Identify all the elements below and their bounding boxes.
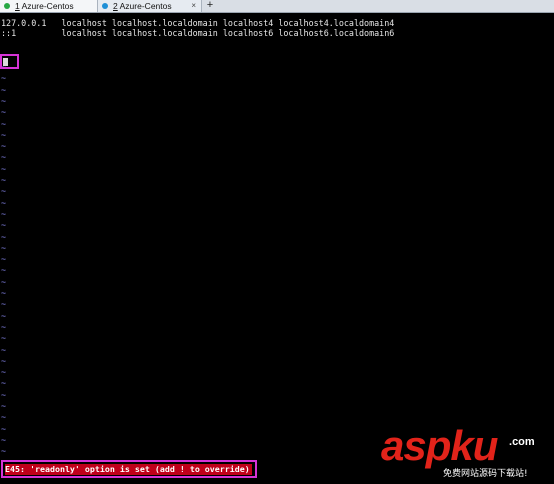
empty-line-marker: ~	[1, 73, 7, 84]
tab-azure-centos-1[interactable]: 1 Azure-Centos	[0, 0, 98, 12]
tab-azure-centos-2[interactable]: 2 Azure-Centos ×	[98, 0, 202, 12]
watermark-tld: .com	[509, 436, 535, 448]
empty-line-marker: ~	[1, 107, 7, 118]
tab-close-icon[interactable]: ×	[191, 0, 196, 12]
empty-line-marker: ~	[1, 141, 7, 152]
empty-line-marker: ~	[1, 129, 7, 140]
empty-line-marker: ~	[1, 242, 7, 253]
session-status-icon	[102, 3, 108, 9]
empty-line-marker: ~	[1, 344, 7, 355]
empty-line-marker: ~	[1, 231, 7, 242]
hosts-line-ipv6: ::1 localhost localhost.localdomain loca…	[1, 28, 395, 38]
tab-label: Azure-Centos	[21, 1, 74, 11]
empty-line-marker: ~	[1, 186, 7, 197]
empty-line-marker: ~	[1, 401, 7, 411]
empty-line-marker: ~	[1, 378, 7, 389]
empty-line-marker: ~	[1, 333, 7, 344]
empty-line-marker: ~	[1, 355, 7, 366]
vim-status-line: E45: 'readonly' option is set (add ! to …	[1, 460, 257, 478]
empty-line-marker: ~	[1, 446, 7, 457]
watermark-tagline: 免费网站源码下载站!	[443, 469, 528, 479]
empty-line-marker: ~	[1, 254, 7, 265]
empty-line-marker: ~	[1, 208, 7, 219]
empty-line-marker: ~	[1, 423, 7, 434]
tab-number: 2	[113, 1, 118, 11]
empty-line-marker: ~	[1, 288, 7, 298]
text-cursor	[3, 58, 8, 66]
empty-line-marker: ~	[1, 95, 7, 106]
empty-line-marker: ~	[1, 412, 7, 423]
empty-line-marker: ~	[1, 265, 7, 276]
site-watermark: aspku .com 免费网站源码下载站!	[381, 424, 551, 480]
hosts-line-ipv4: 127.0.0.1 localhost localhost.localdomai…	[1, 18, 395, 28]
empty-line-marker: ~	[1, 175, 7, 185]
empty-line-marker: ~	[1, 152, 7, 163]
add-tab-button[interactable]: +	[204, 0, 216, 12]
empty-line-marker: ~	[1, 367, 7, 378]
empty-line-marker: ~	[1, 321, 7, 332]
tab-label: Azure-Centos	[119, 1, 172, 11]
empty-line-marker: ~	[1, 84, 7, 95]
tab-bar: 1 Azure-Centos 2 Azure-Centos × +	[0, 0, 554, 13]
terminal-area[interactable]: 127.0.0.1 localhost localhost.localdomai…	[0, 14, 554, 484]
tab-number: 1	[15, 1, 20, 11]
empty-line-marker: ~	[1, 276, 7, 287]
empty-line-marker: ~	[1, 118, 7, 129]
empty-line-marker: ~	[1, 434, 7, 445]
watermark-logo: aspku	[381, 422, 498, 469]
empty-line-marker: ~	[1, 197, 7, 208]
empty-line-marker: ~	[1, 299, 7, 310]
empty-line-marker: ~	[1, 310, 7, 321]
session-status-icon	[4, 3, 10, 9]
error-message: E45: 'readonly' option is set (add ! to …	[5, 464, 252, 475]
empty-line-marker: ~	[1, 389, 7, 400]
empty-line-marker: ~	[1, 163, 7, 174]
empty-line-marker: ~	[1, 220, 7, 231]
